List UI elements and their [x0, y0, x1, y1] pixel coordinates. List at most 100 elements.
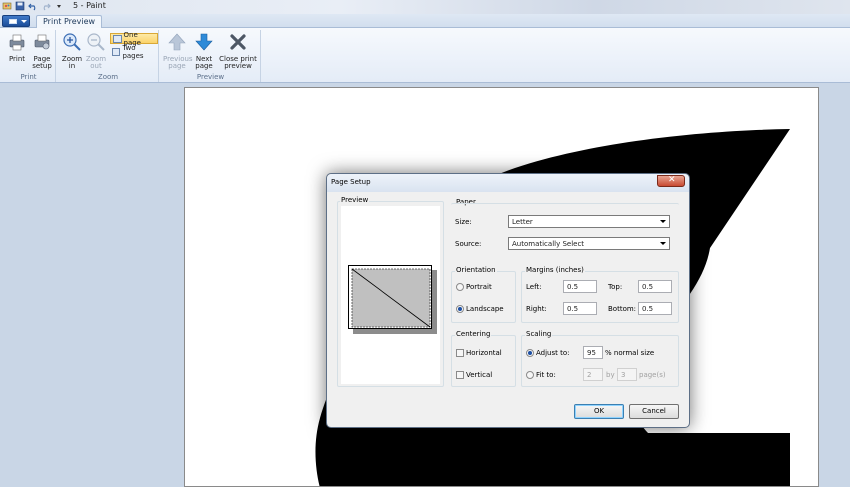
undo-icon[interactable]	[28, 1, 38, 11]
close-icon: ✕	[668, 175, 676, 185]
print-group-label: Print	[20, 73, 37, 81]
page-setup-button[interactable]: Page setup	[30, 32, 54, 70]
bottom-margin-input[interactable]: 0.5	[638, 302, 672, 315]
zoom-out-button[interactable]: Zoom out	[85, 32, 107, 70]
top-margin-label: Top:	[608, 283, 623, 291]
window-title: 5 - Paint	[73, 1, 106, 10]
tab-print-preview[interactable]: Print Preview	[36, 15, 103, 29]
zoom-out-icon	[87, 33, 105, 51]
preview-pane	[341, 206, 440, 384]
left-margin-input[interactable]: 0.5	[563, 280, 597, 293]
close-print-preview-button[interactable]: Close print preview	[219, 32, 257, 70]
paint-app-icon[interactable]	[2, 1, 12, 11]
scaling-group-label: Scaling	[525, 330, 553, 338]
fit-by-label: by	[606, 371, 615, 379]
print-group: Print Page setup Print	[2, 30, 56, 82]
zoom-out-label-line2: out	[90, 62, 102, 70]
ribbon-tab-row: Print Preview	[0, 14, 850, 29]
preview-group: Previous page Next page Close print prev…	[161, 30, 261, 82]
paper-size-value: Letter	[512, 218, 533, 226]
portrait-radio[interactable]	[456, 283, 464, 291]
zoom-in-button[interactable]: Zoom in	[61, 32, 83, 70]
print-button[interactable]: Print	[6, 32, 28, 63]
dialog-title: Page Setup	[331, 178, 371, 186]
source-label: Source:	[455, 240, 482, 248]
preview-label: Preview	[340, 196, 370, 204]
adjust-to-input[interactable]: 95	[583, 346, 603, 359]
redo-icon[interactable]	[41, 1, 51, 11]
size-label: Size:	[455, 218, 472, 226]
normal-size-label: % normal size	[605, 349, 655, 357]
quick-access-toolbar	[2, 1, 64, 11]
preview-paper-diagram	[351, 268, 431, 328]
zoom-in-label-line2: in	[68, 62, 76, 70]
fit-tall-input[interactable]: 3	[617, 368, 637, 381]
paper-size-select[interactable]: Letter	[508, 215, 670, 228]
next-page-button[interactable]: Next page	[193, 32, 215, 70]
cancel-button[interactable]: Cancel	[629, 404, 679, 419]
chevron-down-icon	[660, 220, 666, 223]
portrait-label: Portrait	[466, 283, 492, 291]
vertical-label: Vertical	[466, 371, 493, 379]
ribbon: Print Page setup Print Zoom in Zoom out …	[0, 28, 850, 83]
paint-menu-button[interactable]	[2, 15, 30, 27]
pages-label: page(s)	[639, 371, 666, 379]
top-margin-input[interactable]: 0.5	[638, 280, 672, 293]
landscape-radio[interactable]	[456, 305, 464, 313]
printer-icon	[9, 34, 25, 51]
zoom-group-label: Zoom	[97, 73, 119, 81]
close-x-icon	[230, 34, 246, 50]
horizontal-label: Horizontal	[466, 349, 502, 357]
margins-group-label: Margins (inches)	[525, 266, 585, 274]
vertical-checkbox[interactable]	[456, 371, 464, 379]
left-margin-label: Left:	[526, 283, 542, 291]
ok-button[interactable]: OK	[574, 404, 624, 419]
page-setup-label-line2: setup	[32, 62, 52, 70]
one-page-button[interactable]: One page	[110, 31, 158, 47]
arrow-down-icon	[195, 33, 213, 51]
dialog-body: Preview Paper Size: Letter Source: Autom…	[331, 193, 686, 425]
fit-wide-input[interactable]: 2	[583, 368, 603, 381]
fit-to-label: Fit to:	[536, 371, 556, 379]
paper-groupbox	[451, 203, 679, 263]
two-pages-label: Two pages	[122, 43, 144, 60]
arrow-up-icon	[168, 33, 186, 51]
paper-source-select[interactable]: Automatically Select	[508, 237, 670, 250]
print-button-label: Print	[8, 55, 26, 63]
dialog-titlebar: Page Setup ✕	[327, 174, 689, 192]
adjust-to-label: Adjust to:	[536, 349, 570, 357]
two-pages-icon	[112, 47, 121, 56]
bottom-margin-label: Bottom:	[608, 305, 637, 313]
menu-icon	[9, 19, 17, 24]
orientation-groupbox	[451, 271, 516, 323]
horizontal-checkbox[interactable]	[456, 349, 464, 357]
previous-page-button[interactable]: Previous page	[163, 32, 193, 70]
margins-groupbox	[521, 271, 679, 323]
orientation-group-label: Orientation	[455, 266, 497, 274]
landscape-label: Landscape	[466, 305, 504, 313]
next-page-label-line2: page	[195, 62, 213, 70]
two-pages-button[interactable]: Two pages	[110, 43, 158, 60]
zoom-in-icon	[63, 33, 81, 51]
dropdown-arrow-icon	[21, 20, 27, 23]
save-icon[interactable]	[15, 1, 25, 11]
right-margin-input[interactable]: 0.5	[563, 302, 597, 315]
zoom-group: Zoom in Zoom out One page Two pages Zoom	[58, 30, 159, 82]
dialog-close-button[interactable]: ✕	[657, 175, 685, 187]
fit-to-radio[interactable]	[526, 371, 534, 379]
centering-group-label: Centering	[455, 330, 492, 338]
preview-group-label: Preview	[196, 73, 225, 81]
adjust-to-radio[interactable]	[526, 349, 534, 357]
customize-toolbar-icon[interactable]	[54, 1, 64, 11]
right-margin-label: Right:	[526, 305, 547, 313]
title-bar: 5 - Paint	[0, 0, 850, 14]
close-preview-label-line2: preview	[224, 62, 252, 70]
one-page-icon	[113, 34, 122, 43]
paper-source-value: Automatically Select	[512, 240, 585, 248]
page-setup-icon	[34, 34, 50, 50]
previous-page-label-line2: page	[168, 62, 186, 70]
centering-groupbox	[451, 335, 516, 387]
preview-paper	[348, 265, 432, 329]
page-setup-dialog: Page Setup ✕ Preview Paper Size: Letter …	[326, 173, 690, 428]
chevron-down-icon	[660, 242, 666, 245]
